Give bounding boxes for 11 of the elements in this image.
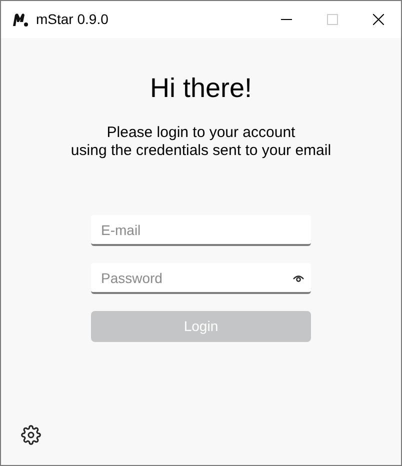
window-title: mStar 0.9.0 <box>36 10 108 29</box>
close-icon <box>372 14 384 25</box>
eye-icon[interactable] <box>293 275 304 282</box>
email-field[interactable]: E-mail <box>91 215 311 246</box>
minimize-icon <box>280 19 292 20</box>
heading: Hi there! <box>150 72 252 105</box>
password-field[interactable]: Password <box>91 263 311 294</box>
settings-icon[interactable] <box>21 425 41 445</box>
app-logo-icon <box>12 12 28 26</box>
maximize-icon <box>326 14 338 25</box>
instruction-text: Please login to your account using the credentials sent to your email <box>70 124 332 160</box>
